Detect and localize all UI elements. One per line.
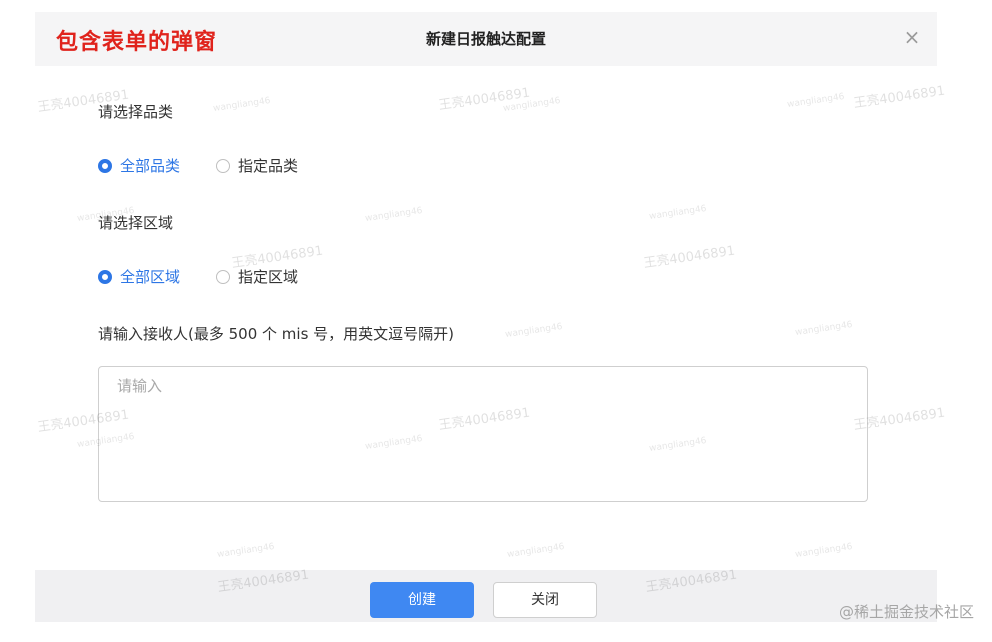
radio-unchecked-icon	[216, 269, 231, 284]
radio-unchecked-icon	[216, 158, 231, 173]
radio-label: 全部区域	[120, 268, 181, 286]
watermark-text: 王亮40046891	[852, 83, 947, 112]
radio-specific-regions[interactable]: 指定区域	[216, 266, 298, 287]
watermark-text: wangliang46	[648, 204, 708, 222]
radio-all-regions[interactable]: 全部区域	[98, 266, 180, 287]
radio-label: 全部品类	[120, 157, 181, 175]
watermark-text: wangliang46	[364, 206, 424, 224]
radio-specific-categories[interactable]: 指定品类	[216, 155, 298, 176]
watermark-text: wangliang46	[506, 542, 566, 560]
watermark-text: wangliang46	[794, 320, 854, 338]
region-radio-group: 全部区域 指定区域	[98, 266, 334, 287]
modal-dialog: 包含表单的弹窗 新建日报触达配置 × 请选择品类 全部品类 指定品类 请选择区域…	[35, 12, 946, 622]
watermark-text: wangliang46	[786, 92, 846, 110]
watermark-text: wangliang46	[794, 542, 854, 560]
watermark-text: wangliang46	[504, 322, 564, 340]
create-button[interactable]: 创建	[370, 582, 474, 618]
close-button[interactable]: 关闭	[493, 582, 597, 618]
watermark-text: wangliang46	[216, 542, 276, 560]
close-icon[interactable]: ×	[901, 26, 923, 48]
watermark-text: 王亮40046891	[642, 243, 737, 272]
radio-all-categories[interactable]: 全部品类	[98, 155, 180, 176]
radio-checked-icon	[98, 158, 112, 173]
category-radio-group: 全部品类 指定品类	[98, 155, 334, 176]
radio-label: 指定品类	[238, 157, 299, 175]
watermark-text: 王亮40046891	[437, 85, 532, 114]
watermark-text: wangliang46	[502, 96, 562, 114]
recipients-label: 请输入接收人(最多 500 个 mis 号，用英文逗号隔开)	[98, 325, 455, 343]
watermark-text: wangliang46	[212, 96, 272, 114]
modal-title: 新建日报触达配置	[425, 30, 546, 48]
recipients-textarea[interactable]: 请输入	[98, 366, 868, 502]
modal-footer: 创建 关闭	[35, 570, 937, 622]
region-label: 请选择区域	[98, 214, 174, 232]
modal-header: 包含表单的弹窗 新建日报触达配置 ×	[35, 12, 937, 66]
category-label: 请选择品类	[98, 103, 174, 121]
site-credit: @稀土掘金技术社区	[838, 603, 974, 621]
radio-checked-icon	[98, 269, 112, 284]
radio-label: 指定区域	[238, 268, 299, 286]
